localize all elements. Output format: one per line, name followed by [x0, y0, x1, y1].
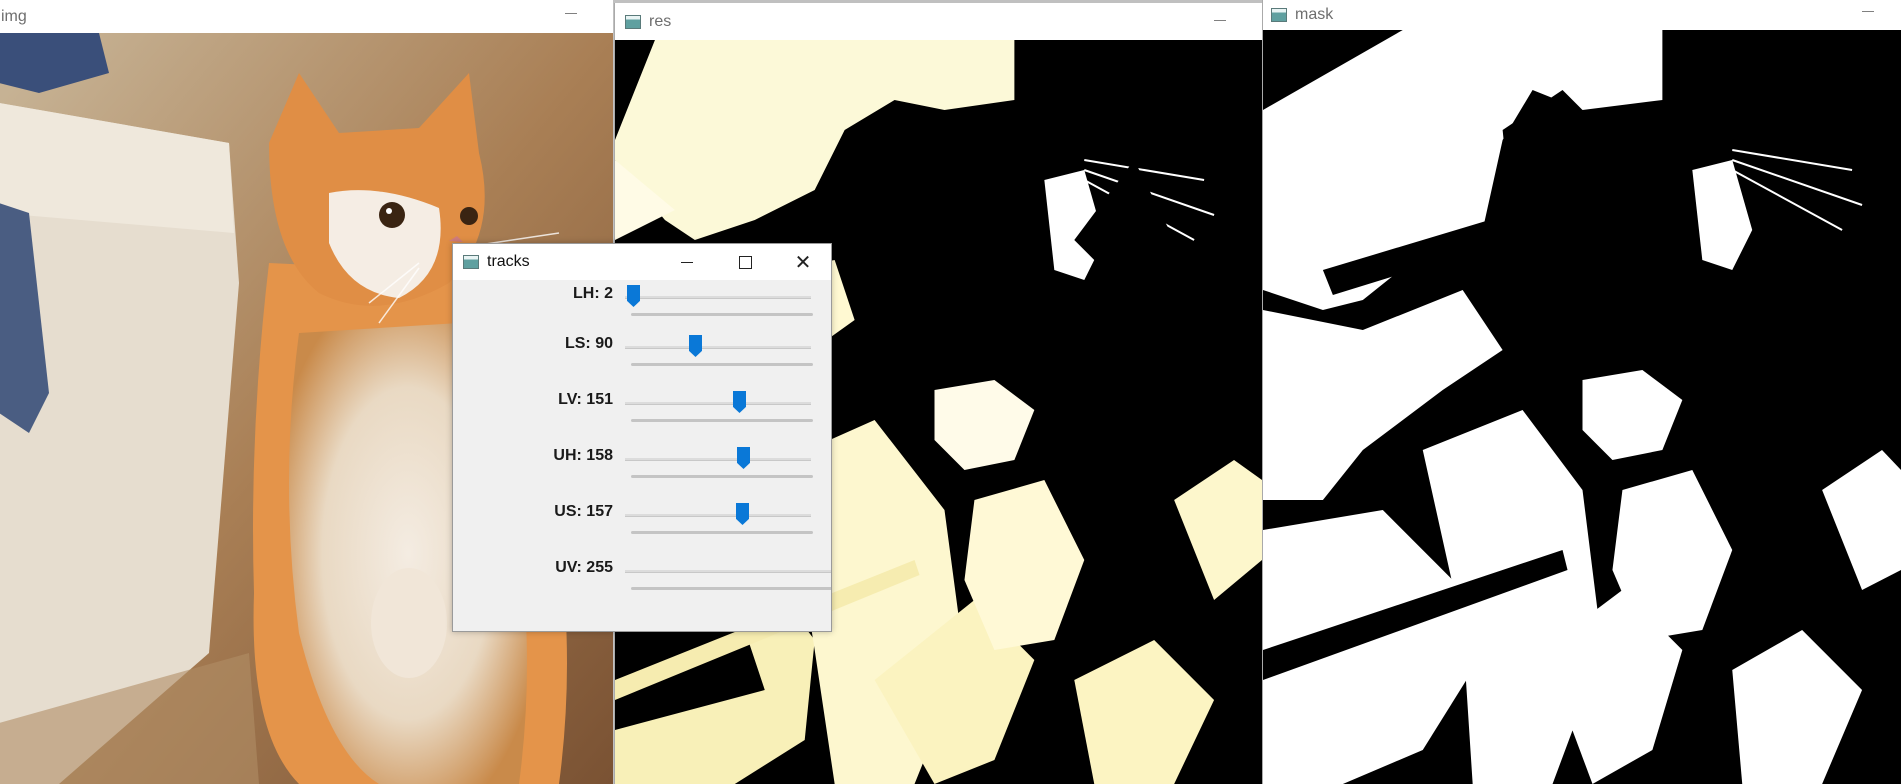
trackbar-groove[interactable] [625, 570, 831, 573]
minimize-icon[interactable] [565, 13, 577, 14]
maximize-icon [738, 255, 752, 269]
trackbar-label: LH: 2 [573, 285, 613, 302]
opencv-window-icon [1271, 8, 1287, 22]
minimize-icon[interactable] [1214, 20, 1226, 21]
trackbar-groove[interactable] [625, 458, 811, 461]
trackbar-label: UH: 158 [553, 447, 613, 464]
trackbar-baseline [631, 587, 831, 590]
trackbar-ls[interactable]: LS: 90 [453, 335, 831, 375]
trackbar-groove[interactable] [625, 402, 811, 405]
trackbar-baseline [631, 363, 813, 366]
tracks-titlebar[interactable]: tracks ✕ [453, 244, 831, 280]
minimize-icon[interactable] [1862, 11, 1874, 12]
trackbar-uh[interactable]: UH: 158 [453, 447, 831, 487]
trackbar-label: LV: 151 [558, 391, 613, 408]
trackbar-uv[interactable]: UV: 255 [453, 559, 831, 599]
opencv-window-icon [463, 255, 479, 269]
tracks-title: tracks [487, 253, 530, 270]
trackbar-groove[interactable] [625, 514, 811, 517]
mask-title: mask [1295, 6, 1334, 23]
res-title: res [649, 12, 672, 30]
trackbar-label: UV: 255 [555, 559, 613, 576]
trackbar-groove[interactable] [625, 346, 811, 349]
trackbar-baseline [631, 313, 813, 316]
minimize-icon [681, 261, 693, 263]
trackbar-groove[interactable] [625, 296, 811, 299]
trackbar-thumb[interactable] [627, 285, 640, 307]
trackbar-label: US: 157 [554, 503, 613, 520]
img-title: img [1, 7, 27, 25]
close-button[interactable]: ✕ [774, 244, 831, 280]
opencv-window-icon [625, 14, 641, 29]
trackbar-lh[interactable]: LH: 2 [453, 285, 831, 325]
mask-window[interactable]: mask [1262, 0, 1901, 784]
trackbar-lv[interactable]: LV: 151 [453, 391, 831, 431]
img-titlebar[interactable]: img [0, 0, 613, 33]
trackbar-thumb[interactable] [689, 335, 702, 357]
minimize-button[interactable] [658, 244, 716, 280]
mask-titlebar[interactable]: mask [1263, 0, 1901, 30]
trackbar-baseline [631, 531, 813, 534]
mask-image [1263, 30, 1901, 784]
trackbar-thumb[interactable] [733, 391, 746, 413]
trackbar-baseline [631, 475, 813, 478]
trackbar-baseline [631, 419, 813, 422]
trackbar-thumb[interactable] [736, 503, 749, 525]
trackbar-label: LS: 90 [564, 335, 613, 352]
trackbar-thumb[interactable] [737, 447, 750, 469]
res-titlebar[interactable]: res [615, 3, 1262, 40]
trackbar-us[interactable]: US: 157 [453, 503, 831, 543]
close-icon: ✕ [794, 251, 812, 274]
maximize-button[interactable] [716, 244, 774, 280]
tracks-window[interactable]: tracks ✕ LH: 2 LS: 90 LV: 151 UH: 158 US… [452, 243, 832, 632]
mask-canvas [1263, 30, 1901, 784]
